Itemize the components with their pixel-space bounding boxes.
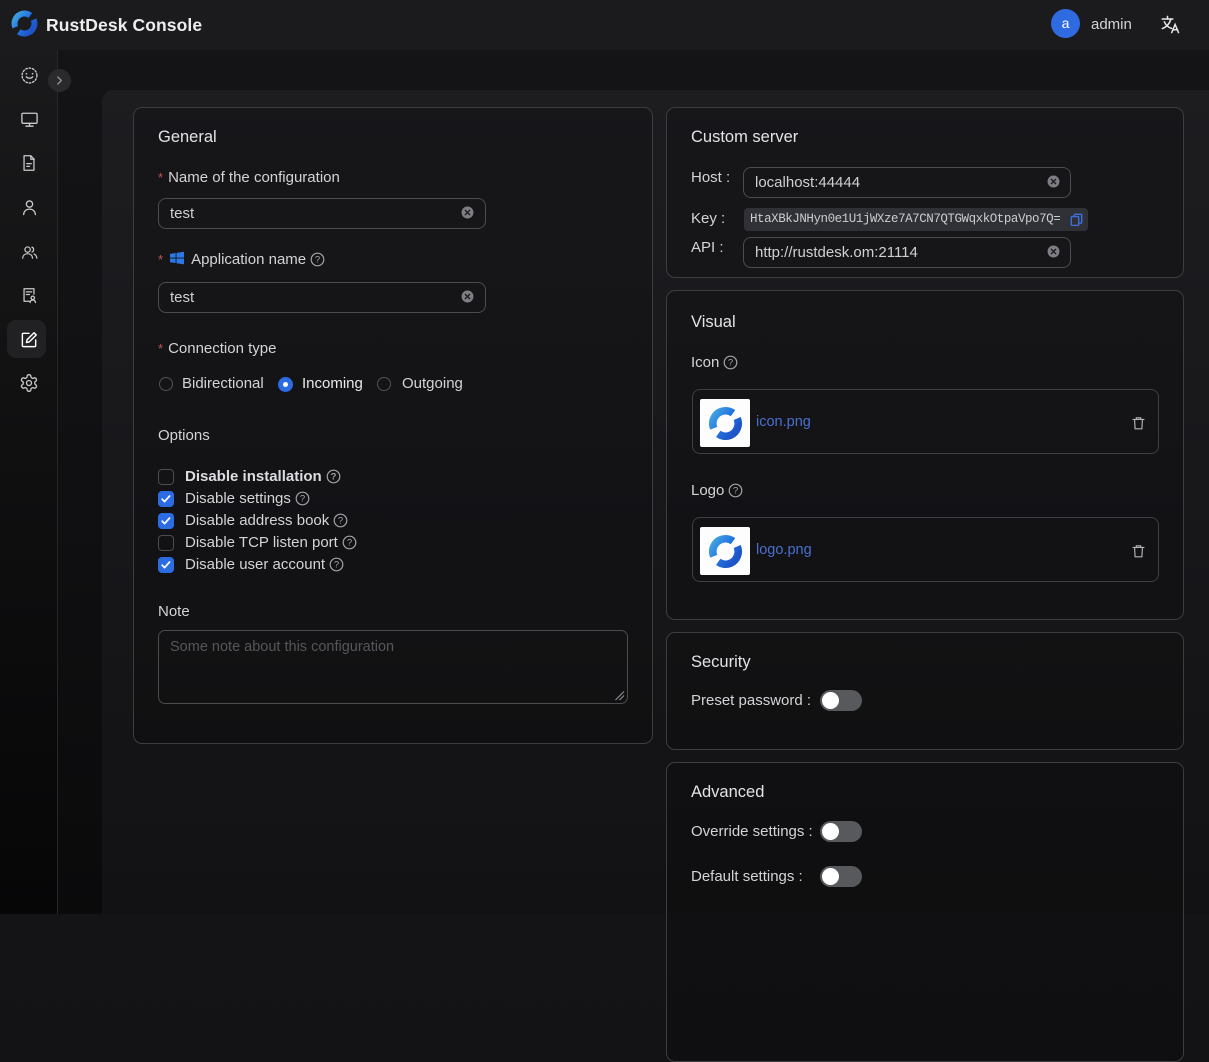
svg-text:?: ? bbox=[338, 516, 343, 527]
svg-text:?: ? bbox=[733, 486, 738, 497]
svg-text:?: ? bbox=[330, 472, 336, 483]
svg-text:?: ? bbox=[728, 358, 733, 369]
svg-text:?: ? bbox=[300, 494, 305, 505]
svg-text:?: ? bbox=[334, 560, 339, 571]
svg-text:?: ? bbox=[347, 538, 352, 549]
svg-text:?: ? bbox=[315, 255, 320, 266]
